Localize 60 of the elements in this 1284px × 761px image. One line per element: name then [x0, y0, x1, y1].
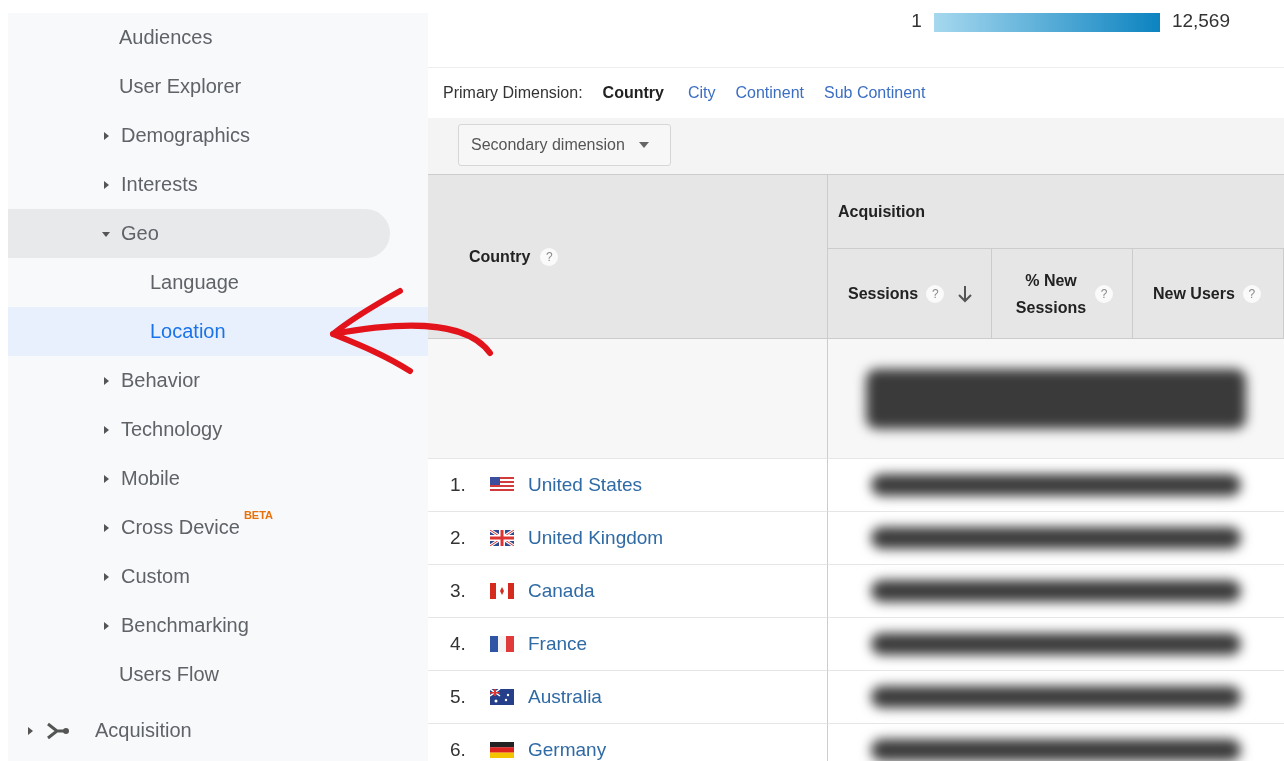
- help-icon[interactable]: ?: [1095, 284, 1113, 303]
- flag-icon: [490, 583, 514, 599]
- row-rank: 3.: [450, 580, 467, 602]
- location-link[interactable]: United Kingdom: [528, 527, 664, 549]
- nav-item[interactable]: Location: [8, 307, 428, 356]
- flag-icon: [490, 477, 514, 493]
- caret-icon: [102, 620, 110, 631]
- location-link[interactable]: Germany: [528, 739, 607, 761]
- nav-item[interactable]: Interests: [8, 160, 428, 209]
- row-rank: 6.: [450, 739, 467, 761]
- nav-item[interactable]: Audiences: [8, 13, 428, 62]
- legend-min: 1: [911, 10, 922, 32]
- column-header[interactable]: New Users: [1153, 280, 1235, 307]
- flag-icon: [490, 689, 514, 705]
- flag-icon: [490, 530, 514, 546]
- nav-item[interactable]: Language: [8, 258, 428, 307]
- column-header[interactable]: Sessions: [848, 280, 919, 307]
- dimension-link[interactable]: City: [687, 84, 716, 102]
- row-rank: 5.: [450, 686, 467, 708]
- location-link[interactable]: Canada: [528, 580, 595, 602]
- nav-item[interactable]: Demographics: [8, 111, 428, 160]
- dropdown-caret-icon: [638, 142, 649, 148]
- caret-icon: [102, 571, 110, 582]
- dimension-link[interactable]: Continent: [735, 84, 804, 102]
- nav-item[interactable]: Behavior: [8, 356, 428, 405]
- caret-icon: [102, 375, 110, 386]
- help-icon[interactable]: ?: [540, 247, 559, 266]
- caret-icon: [102, 179, 110, 190]
- secondary-dimension-dropdown[interactable]: Secondary dimension: [458, 124, 671, 166]
- row-rank: 4.: [450, 633, 467, 655]
- column-group-header: Acquisition: [838, 202, 926, 221]
- nav-item[interactable]: Geo: [8, 209, 390, 258]
- location-link[interactable]: United States: [528, 474, 643, 496]
- dimension-link[interactable]: Sub Continent: [824, 84, 926, 102]
- location-link[interactable]: France: [528, 633, 588, 655]
- caret-icon: [102, 130, 110, 141]
- nav-item[interactable]: Mobile: [8, 454, 428, 503]
- caret-icon: [102, 424, 110, 435]
- column-header[interactable]: % New Sessions: [1011, 266, 1091, 321]
- nav-item[interactable]: Users Flow: [8, 650, 428, 699]
- caret-icon: [102, 473, 110, 484]
- dimension-label: Primary Dimension:: [443, 84, 583, 102]
- nav-item[interactable]: Benchmarking: [8, 601, 428, 650]
- row-rank: 2.: [450, 527, 467, 549]
- flag-icon: [490, 636, 514, 652]
- beta-label: BETA: [243, 509, 274, 521]
- nav-item[interactable]: Custom: [8, 552, 428, 601]
- caret-icon: [102, 522, 110, 533]
- help-icon[interactable]: ?: [1242, 284, 1261, 303]
- flag-icon: [490, 742, 514, 758]
- dimension-link[interactable]: Country: [602, 84, 664, 102]
- row-rank: 1.: [450, 474, 467, 496]
- nav-section[interactable]: Acquisition: [8, 706, 428, 755]
- help-icon[interactable]: ?: [926, 284, 945, 303]
- caret-icon: [26, 725, 34, 736]
- location-link[interactable]: Australia: [528, 686, 602, 708]
- column-header: Country: [469, 247, 531, 266]
- nav-item[interactable]: User Explorer: [8, 62, 428, 111]
- legend-max: 12,569: [1171, 10, 1230, 32]
- nav-item[interactable]: Technology: [8, 405, 428, 454]
